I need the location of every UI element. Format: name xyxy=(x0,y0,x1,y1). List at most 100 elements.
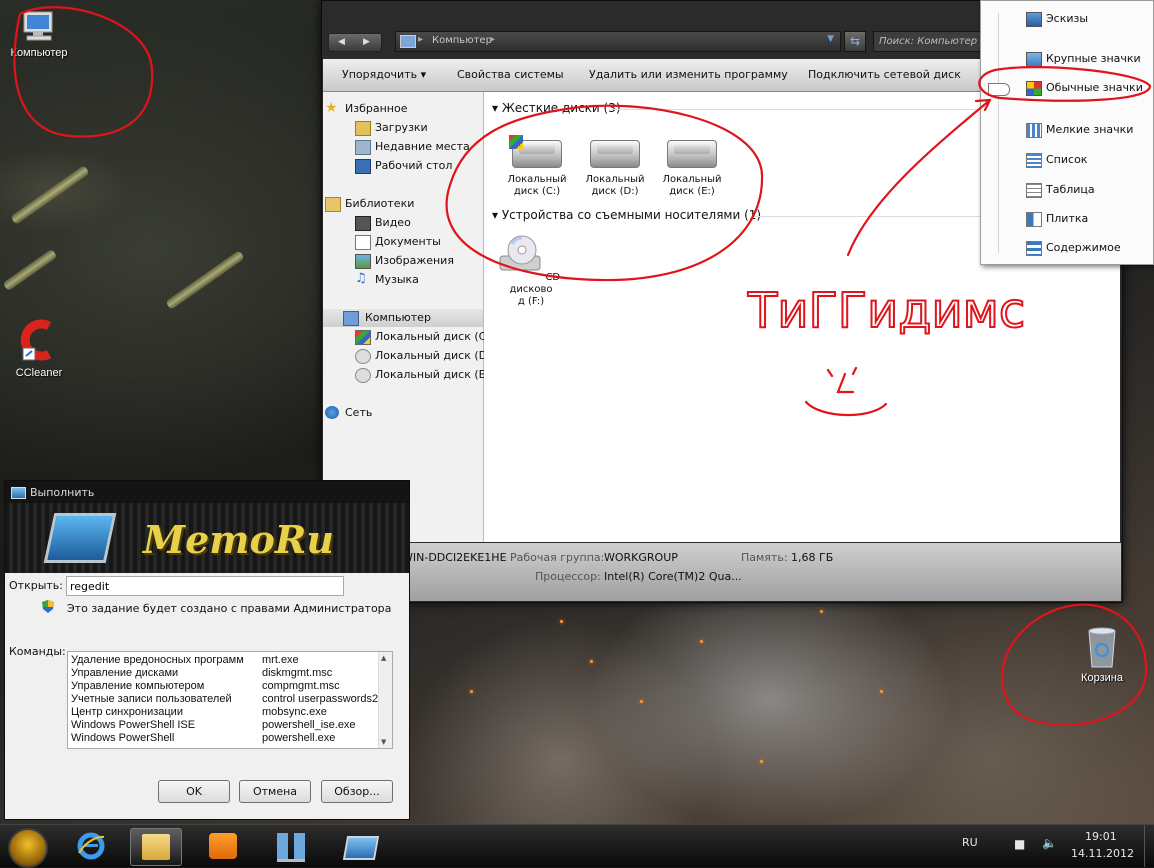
clock-date[interactable]: 14.11.2012 xyxy=(1071,847,1134,860)
address-bar[interactable]: ▸ Компьютер ▸ ▼ xyxy=(395,31,841,52)
back-button[interactable]: ◀ xyxy=(329,34,354,51)
list-item[interactable]: Удаление вредоносных программ mrt.exe xyxy=(71,654,299,667)
hard-drive-icon xyxy=(667,140,717,168)
banner-text: MemoRu xyxy=(143,517,335,562)
drive-e-item[interactable]: Локальный диск (E:) xyxy=(657,140,727,198)
wallpaper-shell xyxy=(2,248,58,292)
list-item[interactable]: Windows PowerShell powershell.exe xyxy=(71,732,335,745)
search-input[interactable]: Поиск: Компьютер xyxy=(873,31,990,52)
view-slider-track[interactable] xyxy=(998,13,999,253)
view-menu: Эскизы Крупные значки Обычные значки Мел… xyxy=(980,0,1154,265)
chevron-down-icon[interactable]: ▼ xyxy=(827,34,834,44)
system-properties-button[interactable]: Свойства системы xyxy=(457,68,564,81)
browse-button[interactable]: Обзор... xyxy=(321,780,393,803)
hard-drive-icon xyxy=(590,140,640,168)
view-option-large[interactable]: Крупные значки xyxy=(1026,52,1141,67)
group-header-removable[interactable]: ▾ Устройства со съемными носителями (1) xyxy=(492,208,761,222)
desktop-icon-ccleaner[interactable]: CCleaner xyxy=(4,318,74,379)
desktop-icon-label: Корзина xyxy=(1081,672,1123,684)
organize-button[interactable]: Упорядочить ▾ xyxy=(342,68,426,81)
scroll-up-icon[interactable]: ▲ xyxy=(381,654,386,662)
taskbar-run[interactable] xyxy=(334,828,384,864)
view-option-tiles[interactable]: Плитка xyxy=(1026,212,1088,227)
list-item[interactable]: Центр синхронизации mobsync.exe xyxy=(71,706,327,719)
drive-c-item[interactable]: Локальный диск (C:) xyxy=(502,135,572,198)
group-header-hard-drives[interactable]: ▾ Жесткие диски (3) xyxy=(492,101,621,115)
view-option-content[interactable]: Содержимое xyxy=(1026,241,1121,256)
scroll-down-icon[interactable]: ▼ xyxy=(381,738,386,746)
cpu-label: Процессор: xyxy=(535,570,601,583)
taskbar-media-player[interactable] xyxy=(198,828,248,864)
cd-drive-item[interactable]: CD-дисково д (F:) xyxy=(496,234,566,308)
taskbar-ie[interactable] xyxy=(66,828,116,864)
images-icon xyxy=(355,254,371,269)
nav-desktop[interactable]: Рабочий стол xyxy=(355,157,452,175)
drive-c-icon xyxy=(355,330,371,345)
commands-scrollbar[interactable]: ▲ ▼ xyxy=(378,652,392,748)
view-option-extra-large[interactable]: Эскизы xyxy=(1026,12,1088,27)
list-item[interactable]: Windows PowerShell ISE powershell_ise.exe xyxy=(71,719,356,732)
nav-buttons: ◀ ▶ xyxy=(328,33,382,52)
view-option-small[interactable]: Мелкие значки xyxy=(1026,123,1133,138)
internet-explorer-icon xyxy=(77,832,105,860)
nav-favorites[interactable]: ★ Избранное xyxy=(325,100,407,118)
view-option-details[interactable]: Таблица xyxy=(1026,183,1095,198)
nav-computer[interactable]: Компьютер xyxy=(323,309,483,327)
open-label: Открыть: xyxy=(9,579,63,592)
run-app-icon xyxy=(11,487,26,499)
content-icon xyxy=(1026,241,1042,256)
cancel-button[interactable]: Отмена xyxy=(239,780,311,803)
network-icon xyxy=(325,406,339,419)
nav-recent[interactable]: Недавние места xyxy=(355,138,470,156)
extra-large-icons-icon xyxy=(1026,12,1042,27)
libraries-icon xyxy=(325,197,341,212)
music-icon: ♫ xyxy=(355,271,367,286)
nav-drive-d[interactable]: Локальный диск (D:) xyxy=(355,347,495,365)
forward-button[interactable]: ▶ xyxy=(354,34,379,51)
nav-video[interactable]: Видео xyxy=(355,214,411,232)
ccleaner-icon xyxy=(20,319,52,361)
nav-drive-c[interactable]: Локальный диск (C:) xyxy=(355,328,494,346)
drive-d-item[interactable]: Локальный диск (D:) xyxy=(580,140,650,198)
computer-icon xyxy=(400,35,416,48)
list-item[interactable]: Учетные записи пользователей control user… xyxy=(71,693,378,706)
workgroup-label: Рабочая группа: xyxy=(510,551,605,564)
nav-images[interactable]: Изображения xyxy=(355,252,454,270)
nav-documents[interactable]: Документы xyxy=(355,233,441,251)
refresh-button[interactable]: ⇆ xyxy=(844,31,866,52)
clock-time[interactable]: 19:01 xyxy=(1085,830,1117,843)
computer-icon xyxy=(23,11,53,41)
taskbar-explorer[interactable] xyxy=(130,828,182,866)
chevron-right-icon: ▸ xyxy=(418,34,424,45)
uninstall-program-button[interactable]: Удалить или изменить программу xyxy=(589,68,788,81)
nav-music[interactable]: ♫ Музыка xyxy=(355,271,419,289)
network-tray-icon[interactable]: ■ xyxy=(1014,837,1025,851)
view-option-list[interactable]: Список xyxy=(1026,153,1087,168)
nav-drive-e[interactable]: Локальный диск (E:) xyxy=(355,366,494,384)
open-input[interactable] xyxy=(66,576,344,596)
taskbar-network[interactable] xyxy=(266,828,316,864)
run-logo-icon xyxy=(43,513,117,563)
ok-button[interactable]: OK xyxy=(158,780,230,803)
nav-downloads[interactable]: Загрузки xyxy=(355,119,428,137)
commands-list[interactable]: Удаление вредоносных программ mrt.exe Упр… xyxy=(67,651,393,749)
nav-network[interactable]: Сеть xyxy=(325,404,372,422)
show-desktop-button[interactable] xyxy=(1144,825,1154,867)
language-indicator[interactable]: RU xyxy=(962,836,978,849)
desktop-icon-label: CCleaner xyxy=(15,367,63,379)
drive-label: Локальный xyxy=(662,174,722,185)
nav-libraries[interactable]: Библиотеки xyxy=(325,195,414,213)
address-path: Компьютер xyxy=(432,35,492,46)
drive-icon xyxy=(355,349,371,364)
volume-icon[interactable]: 🔈 xyxy=(1042,836,1057,850)
list-item[interactable]: Управление дисками diskmgmt.msc xyxy=(71,667,332,680)
view-option-medium[interactable]: Обычные значки xyxy=(1026,81,1143,96)
desktop-icon-recycle-bin[interactable]: Корзина xyxy=(1072,625,1132,684)
folder-icon xyxy=(142,834,170,860)
start-button[interactable] xyxy=(8,828,48,868)
desktop-icon-computer[interactable]: Компьютер xyxy=(4,10,74,59)
run-title-bar[interactable]: Выполнить xyxy=(5,481,409,503)
view-slider-thumb[interactable] xyxy=(988,83,1010,96)
map-network-drive-button[interactable]: Подключить сетевой диск xyxy=(808,68,961,81)
list-item[interactable]: Управление компьютером compmgmt.msc xyxy=(71,680,340,693)
